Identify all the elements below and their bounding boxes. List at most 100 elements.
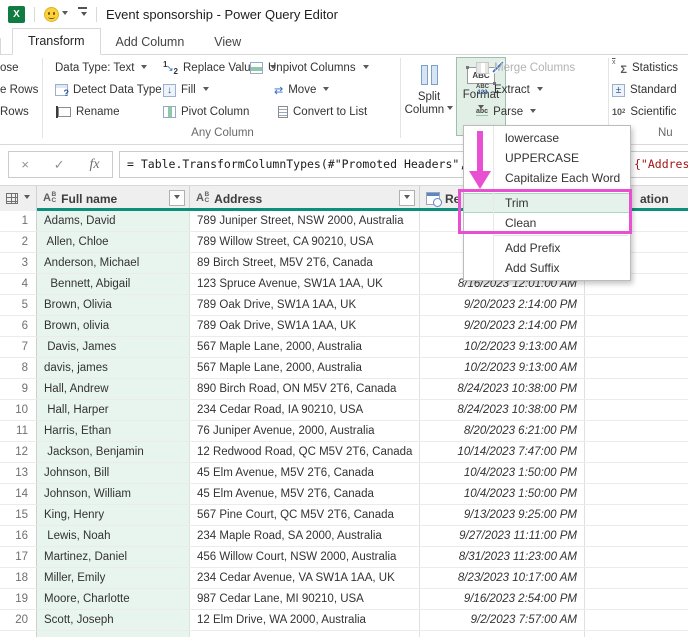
feedback-smiley-button[interactable] [44, 6, 68, 22]
cell-full-name[interactable]: Johnson, Bill [37, 463, 190, 483]
cell-full-name[interactable]: Allen, Chloe [37, 232, 190, 252]
row-number[interactable]: 2 [0, 232, 37, 252]
split-column-button[interactable]: Split Column [404, 57, 454, 136]
customize-quick-access-toolbar-button[interactable] [78, 6, 87, 19]
cell-registration-date[interactable]: 10/14/2023 7:47:00 PM [420, 442, 585, 462]
cell-address[interactable]: 45 Elm Avenue, M5V 2T6, Canada [190, 484, 420, 504]
cell-extra[interactable] [585, 505, 688, 525]
cell-full-name[interactable]: Miller, Emily [37, 568, 190, 588]
extract-button[interactable]: ABC 123 Extract [476, 82, 575, 98]
cell-registration-date[interactable]: 8/31/2023 11:23:00 AM [420, 547, 585, 567]
cell-extra[interactable] [585, 484, 688, 504]
cell-full-name[interactable]: davis, james [37, 358, 190, 378]
cell-address[interactable]: 567 Pine Court, QC M5V 2T6, Canada [190, 505, 420, 525]
tab-transform[interactable]: Transform [12, 28, 101, 55]
cell-extra[interactable] [585, 526, 688, 546]
row-number[interactable]: 11 [0, 421, 37, 441]
statistics-button[interactable]: xΣ Statistics [612, 59, 678, 76]
row-number[interactable]: 9 [0, 379, 37, 399]
cell-extra[interactable] [585, 358, 688, 378]
cell-extra[interactable] [585, 337, 688, 357]
scientific-button[interactable]: 10 2 Scientific [612, 104, 678, 120]
cell-registration-date[interactable]: 9/20/2023 2:14:00 PM [420, 295, 585, 315]
cell-extra[interactable] [585, 379, 688, 399]
row-number[interactable]: 19 [0, 589, 37, 609]
select-all-header[interactable] [0, 186, 37, 211]
transpose-button-fragment[interactable]: ose [0, 60, 38, 76]
cell-address[interactable]: 987 Cedar Lane, MI 90210, USA [190, 589, 420, 609]
cell-full-name[interactable]: Martinez, Daniel [37, 547, 190, 567]
menu-item-uppercase[interactable]: UPPERCASE [464, 148, 630, 168]
row-number[interactable]: 17 [0, 547, 37, 567]
cell-registration-date[interactable]: 10/2/2023 9:13:00 AM [420, 358, 585, 378]
cell-full-name[interactable]: Moore, Charlotte [37, 589, 190, 609]
cell-registration-date[interactable] [420, 631, 585, 637]
fx-icon[interactable]: fx [89, 157, 99, 173]
row-number[interactable]: 18 [0, 568, 37, 588]
excel-app-icon[interactable]: X [8, 5, 25, 23]
cell-registration-date[interactable]: 10/4/2023 1:50:00 PM [420, 484, 585, 504]
cell-registration-date[interactable]: 9/20/2023 2:14:00 PM [420, 316, 585, 336]
row-number[interactable] [0, 631, 37, 637]
cell-full-name[interactable]: Hall, Andrew [37, 379, 190, 399]
row-number[interactable]: 7 [0, 337, 37, 357]
cell-registration-date[interactable]: 8/24/2023 10:38:00 PM [420, 379, 585, 399]
row-number[interactable]: 20 [0, 610, 37, 630]
row-number[interactable]: 6 [0, 316, 37, 336]
convert-to-list-button[interactable]: Convert to List [278, 104, 369, 120]
cell-address[interactable]: 789 Oak Drive, SW1A 1AA, UK [190, 295, 420, 315]
parse-button[interactable]: abc Parse [476, 104, 575, 120]
cell-address[interactable]: 456 Willow Court, NSW 2000, Australia [190, 547, 420, 567]
cell-full-name[interactable]: King, Henry [37, 505, 190, 525]
unpivot-columns-button[interactable]: Unpivot Columns [250, 60, 369, 76]
data-type-button[interactable]: Data Type: Text [55, 60, 162, 76]
count-rows-button-fragment[interactable]: Rows [0, 104, 38, 120]
cell-full-name[interactable]: Lewis, Noah [37, 526, 190, 546]
row-number[interactable]: 4 [0, 274, 37, 294]
row-number[interactable]: 5 [0, 295, 37, 315]
cell-registration-date[interactable]: 9/16/2023 2:54:00 PM [420, 589, 585, 609]
row-number[interactable]: 15 [0, 505, 37, 525]
cancel-icon[interactable]: × [21, 157, 29, 172]
row-number[interactable]: 8 [0, 358, 37, 378]
tab-add-column[interactable]: Add Column [101, 30, 200, 55]
cell-extra[interactable] [585, 316, 688, 336]
cell-full-name[interactable]: Johnson, William [37, 484, 190, 504]
menu-item-lowercase[interactable]: lowercase [464, 128, 630, 148]
cell-address[interactable]: 12 Redwood Road, QC M5V 2T6, Canada [190, 442, 420, 462]
cell-full-name[interactable] [37, 631, 190, 637]
cell-address[interactable] [190, 631, 420, 637]
cell-address[interactable]: 234 Maple Road, SA 2000, Australia [190, 526, 420, 546]
cell-extra[interactable] [585, 295, 688, 315]
cell-full-name[interactable]: Jackson, Benjamin [37, 442, 190, 462]
rename-button[interactable]: Rename [55, 104, 162, 120]
cell-registration-date[interactable]: 8/20/2023 6:21:00 PM [420, 421, 585, 441]
cell-registration-date[interactable]: 8/23/2023 10:17:00 AM [420, 568, 585, 588]
cell-registration-date[interactable]: 8/24/2023 10:38:00 PM [420, 400, 585, 420]
cell-extra[interactable] [585, 610, 688, 630]
standard-button[interactable]: ± Standard [612, 82, 678, 98]
cell-extra[interactable] [585, 547, 688, 567]
cell-full-name[interactable]: Brown, Olivia [37, 295, 190, 315]
cell-extra[interactable] [585, 463, 688, 483]
row-number[interactable]: 3 [0, 253, 37, 273]
cell-full-name[interactable]: Adams, David [37, 211, 190, 231]
cell-full-name[interactable]: Davis, James [37, 337, 190, 357]
cell-registration-date[interactable]: 10/4/2023 1:50:00 PM [420, 463, 585, 483]
cell-address[interactable]: 789 Juniper Street, NSW 2000, Australia [190, 211, 420, 231]
cell-address[interactable]: 234 Cedar Road, IA 90210, USA [190, 400, 420, 420]
reverse-rows-button-fragment[interactable]: e Rows [0, 82, 38, 98]
cell-extra[interactable] [585, 400, 688, 420]
cell-address[interactable]: 789 Willow Street, CA 90210, USA [190, 232, 420, 252]
cell-address[interactable]: 234 Cedar Avenue, VA SW1A 1AA, UK [190, 568, 420, 588]
cell-registration-date[interactable]: 9/13/2023 9:25:00 PM [420, 505, 585, 525]
cell-full-name[interactable]: Bennett, Abigail [37, 274, 190, 294]
cell-registration-date[interactable]: 9/2/2023 7:57:00 AM [420, 610, 585, 630]
detect-data-type-button[interactable]: ? Detect Data Type [55, 82, 162, 98]
cell-full-name[interactable]: Hall, Harper [37, 400, 190, 420]
cell-address[interactable]: 567 Maple Lane, 2000, Australia [190, 358, 420, 378]
row-number[interactable]: 1 [0, 211, 37, 231]
cell-address[interactable]: 789 Oak Drive, SW1A 1AA, UK [190, 316, 420, 336]
cell-registration-date[interactable]: 9/27/2023 11:11:00 PM [420, 526, 585, 546]
row-number[interactable]: 12 [0, 442, 37, 462]
